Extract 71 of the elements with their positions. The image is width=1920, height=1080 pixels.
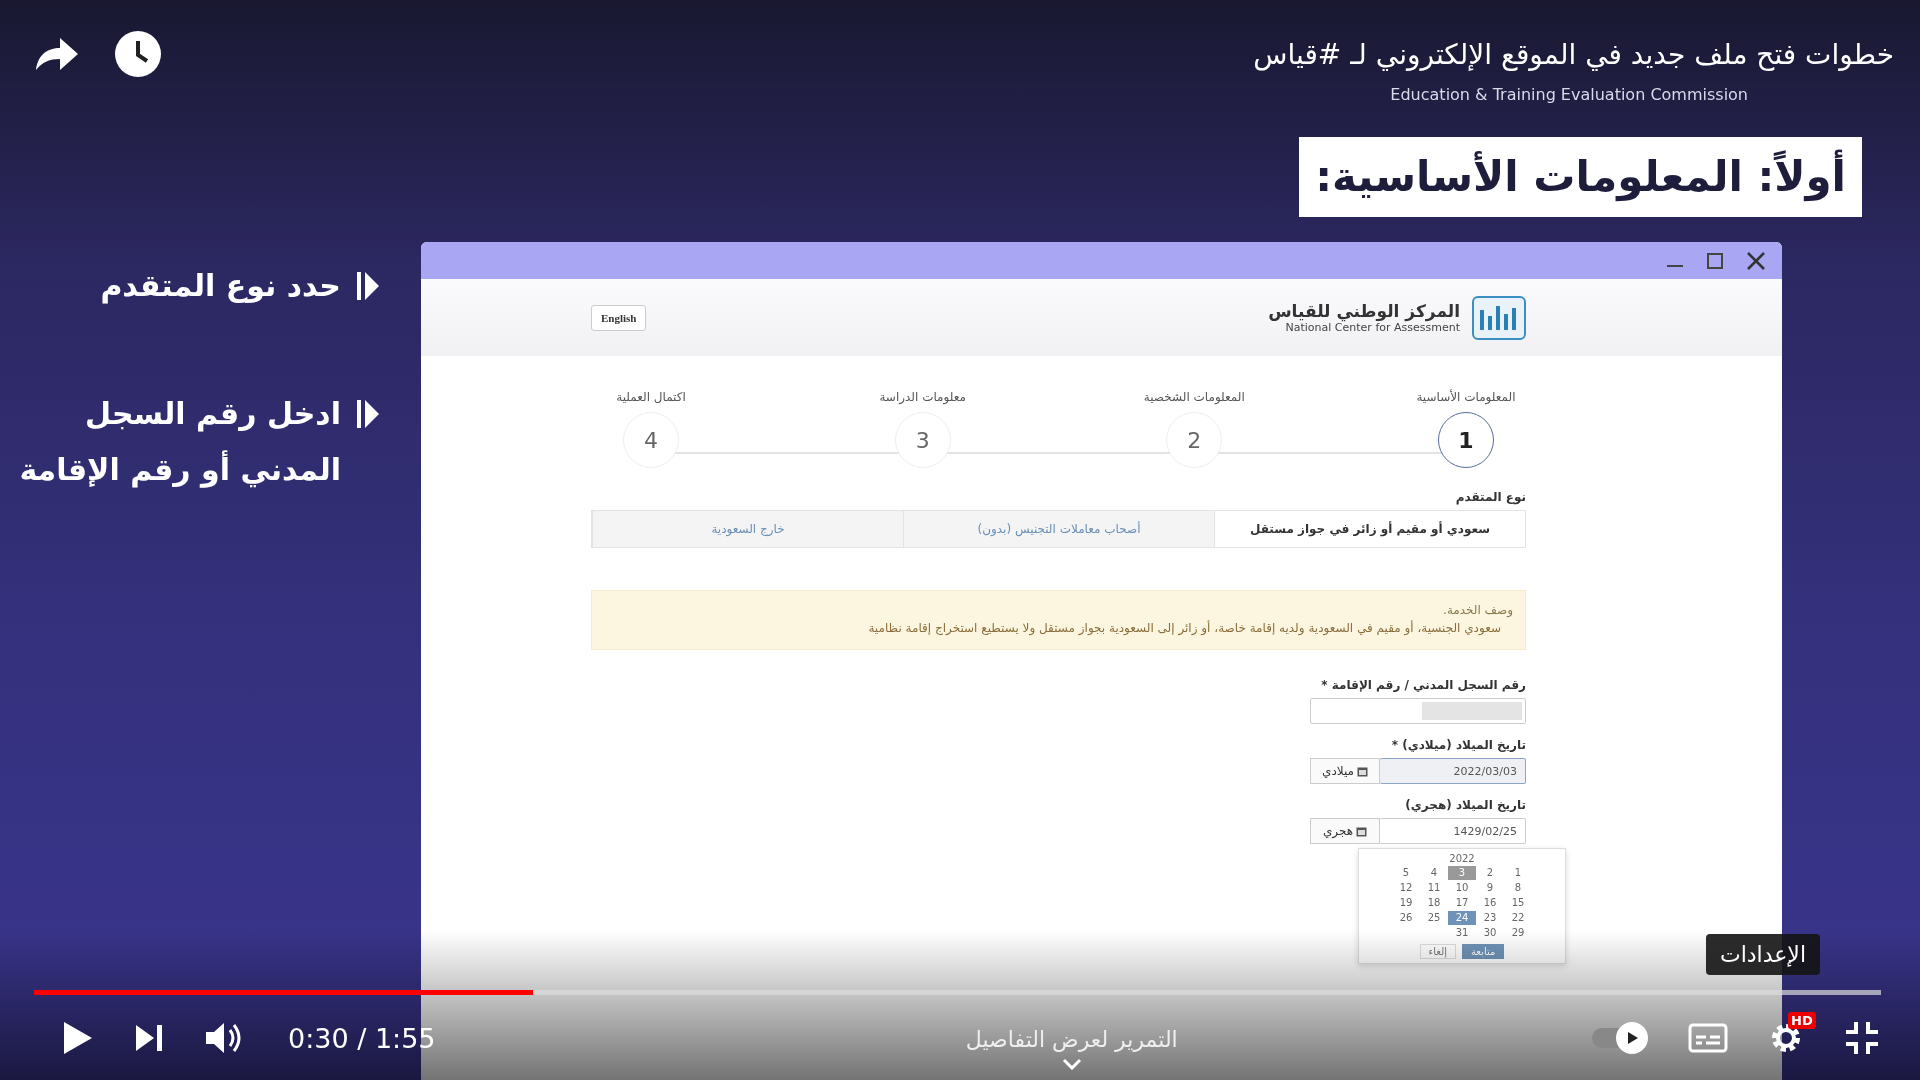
field-label: نوع المتقدم <box>1454 490 1526 504</box>
triangle-marker-icon <box>357 398 381 430</box>
instruction-text: حدد نوع المتقدم <box>100 267 341 306</box>
next-icon[interactable] <box>134 1023 164 1053</box>
applicant-type-tab[interactable]: أصحاب معاملات التجنيس (بدون) <box>903 511 1214 547</box>
play-icon <box>1625 1031 1639 1045</box>
calendar-day[interactable]: 23 <box>1476 911 1504 925</box>
calendar-type-button[interactable]: ميلادي <box>1310 758 1380 784</box>
slide-heading: أولاً: المعلومات الأساسية: <box>1299 137 1862 217</box>
triangle-marker-icon <box>357 270 381 302</box>
calendar-day[interactable]: 8 <box>1504 881 1532 895</box>
branding-text: Education & Training Evaluation Commission <box>1390 85 1748 104</box>
picker-button[interactable]: متابعة <box>1462 944 1505 959</box>
calendar-icon <box>1356 825 1368 837</box>
field-label: تاريخ الميلاد (هجري) <box>1404 798 1526 812</box>
calendar-day[interactable]: 25 <box>1420 911 1448 925</box>
field-label: رقم السجل المدني / رقم الإقامة * <box>1320 678 1526 692</box>
calendar-day[interactable]: 31 <box>1448 926 1476 940</box>
birth-date-field[interactable]: 2022/03/03 <box>1380 758 1526 784</box>
picker-button[interactable]: إلغاء <box>1419 944 1456 959</box>
logo-icon <box>1472 295 1526 340</box>
step-label: معلومات الدراسة <box>879 390 966 404</box>
step-circle[interactable]: 2 <box>1166 412 1223 468</box>
calendar-day[interactable]: 30 <box>1476 926 1504 940</box>
tooltip: الإعدادات <box>1705 934 1820 975</box>
organization-name: المركز الوطني للقياس <box>1268 301 1460 321</box>
step-label: اكتمال العملية <box>616 390 686 404</box>
chevron-down-icon[interactable] <box>1061 1057 1082 1070</box>
field-label: تاريخ الميلاد (ميلادي) * <box>1390 738 1526 752</box>
instruction-text: ادخل رقم السجل المدني أو رقم الإقامة <box>18 395 341 490</box>
step-circle[interactable]: 4 <box>623 412 679 468</box>
calendar-day[interactable]: 1 <box>1504 866 1532 880</box>
notice-text: سعودي الجنسية، أو مقيم في السعودية ولديه إقامة خاصة، أو زائر إلى السعودية بجواز مستقل ولا يستطيع استخراج إقامة نظامية <box>868 621 1502 635</box>
calendar-day[interactable]: 4 <box>1420 866 1448 880</box>
video-title[interactable]: خطوات فتح ملف جديد في الموقع الإلكتروني لـ #قياس <box>1253 37 1894 71</box>
calendar-day[interactable]: 11 <box>1420 881 1448 895</box>
calendar-icon <box>1357 765 1368 777</box>
step-circle[interactable]: 3 <box>894 412 951 468</box>
calendar-day[interactable]: 29 <box>1504 926 1532 940</box>
calendar-day[interactable]: 9 <box>1476 881 1504 895</box>
step-label: المعلومات الأساسية <box>1416 390 1516 404</box>
calendar-day[interactable]: 10 <box>1448 881 1476 895</box>
calendar-day[interactable]: 5 <box>1392 866 1420 880</box>
exit-fullscreen-icon[interactable] <box>1844 1020 1880 1056</box>
hijri-date-field[interactable]: 1429/02/25 <box>1380 818 1526 844</box>
maximize-icon[interactable] <box>1706 251 1724 270</box>
year-selector[interactable]: 2022 <box>1449 853 1475 864</box>
time-display: 0:30 / 1:55 <box>288 1022 436 1054</box>
notice-title: وصف الخدمة. <box>1443 603 1513 617</box>
step-label: المعلومات الشخصية <box>1143 390 1245 404</box>
language-button[interactable]: English <box>591 304 647 331</box>
id-number-field[interactable] <box>1310 698 1526 724</box>
organization-name-english: National Center for Assessment <box>1285 321 1460 334</box>
clock-icon[interactable] <box>114 30 162 78</box>
calendar-type-button[interactable]: هجري <box>1310 818 1380 844</box>
calendar-day[interactable]: 17 <box>1448 896 1476 910</box>
step-circle[interactable]: 1 <box>1437 412 1494 468</box>
calendar-day[interactable]: 22 <box>1504 911 1532 925</box>
calendar-day[interactable]: 26 <box>1392 911 1420 925</box>
calendar-day[interactable]: 24 <box>1448 911 1476 925</box>
progress-track[interactable] <box>34 990 1881 995</box>
calendar-day[interactable]: 16 <box>1476 896 1504 910</box>
calendar-day[interactable]: 19 <box>1392 896 1420 910</box>
calendar-day[interactable]: 15 <box>1504 896 1532 910</box>
calendar-day[interactable]: 12 <box>1392 881 1420 895</box>
applicant-type-tab[interactable]: خارج السعودية <box>592 511 903 547</box>
close-icon[interactable] <box>1746 250 1766 271</box>
calendar-day[interactable]: 18 <box>1420 896 1448 910</box>
subtitles-icon[interactable] <box>1688 1023 1728 1053</box>
calendar-day[interactable]: 2 <box>1476 866 1504 880</box>
quality-badge: HD <box>1788 1012 1816 1029</box>
